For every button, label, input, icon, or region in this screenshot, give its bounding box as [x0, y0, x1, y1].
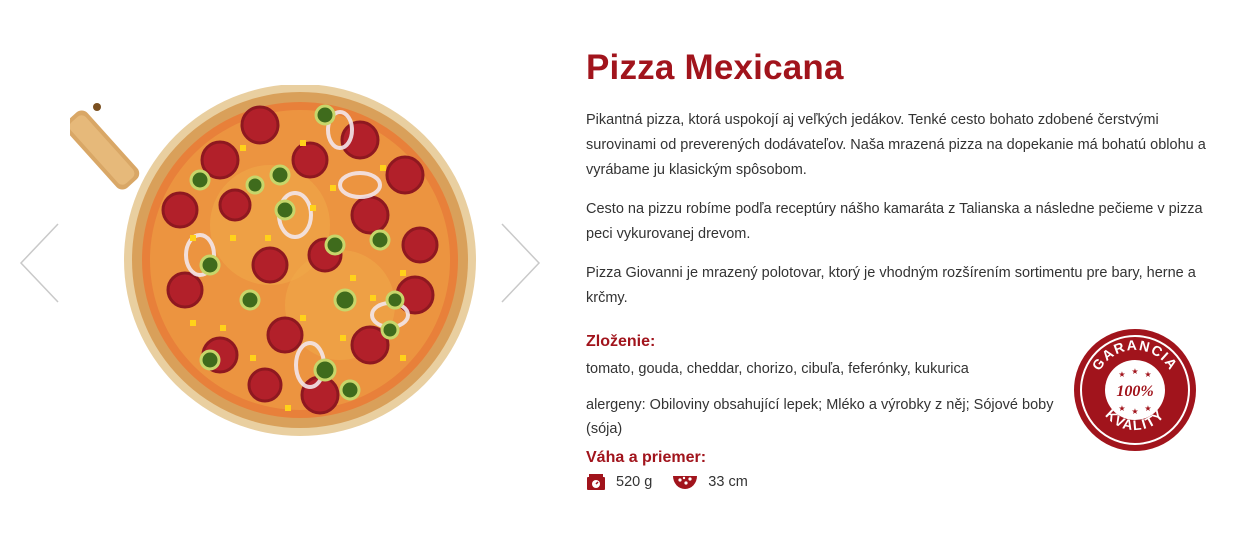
description-paragraph: Pikantná pizza, ktorá uspokojí aj veľkýc…	[586, 112, 1206, 178]
badge-center-text: 100%	[1116, 383, 1153, 400]
gallery-prev-button[interactable]	[18, 222, 62, 304]
product-gallery	[0, 0, 560, 552]
weight-value: 520 g	[616, 474, 653, 490]
scale-icon	[587, 474, 605, 490]
product-specs: 520 g 33 cm	[586, 473, 1206, 491]
gallery-next-button[interactable]	[498, 222, 542, 304]
allergens-text: alergeny: Obiloviny obsahující lepek; Ml…	[586, 397, 1054, 437]
svg-text:★: ★	[1118, 404, 1125, 413]
diameter-value: 33 cm	[708, 474, 748, 490]
product-description: Pikantná pizza, ktorá uspokojí aj veľkýc…	[586, 108, 1206, 311]
svg-text:★: ★	[1131, 407, 1138, 416]
description-paragraph: Cesto na pizzu robíme podľa receptúry ná…	[586, 201, 1203, 242]
pizza-slice-icon	[673, 476, 698, 489]
quality-guarantee-badge: GARANCIA KVALITY ★ ★ ★ ★ ★ ★ 100%	[1074, 329, 1196, 451]
description-paragraph: Pizza Giovanni je mrazený polotovar, kto…	[586, 265, 1196, 306]
wooden-board	[70, 103, 140, 190]
diameter-spec: 33 cm	[672, 474, 748, 490]
svg-text:★: ★	[1144, 404, 1151, 413]
pizza-image	[70, 85, 476, 436]
chevron-right-icon	[501, 223, 541, 303]
svg-text:★: ★	[1131, 367, 1138, 376]
svg-text:★: ★	[1118, 370, 1125, 379]
chevron-left-icon	[19, 223, 59, 303]
product-title: Pizza Mexicana	[586, 48, 844, 87]
svg-text:★: ★	[1144, 370, 1151, 379]
weight-spec: 520 g	[586, 473, 652, 491]
